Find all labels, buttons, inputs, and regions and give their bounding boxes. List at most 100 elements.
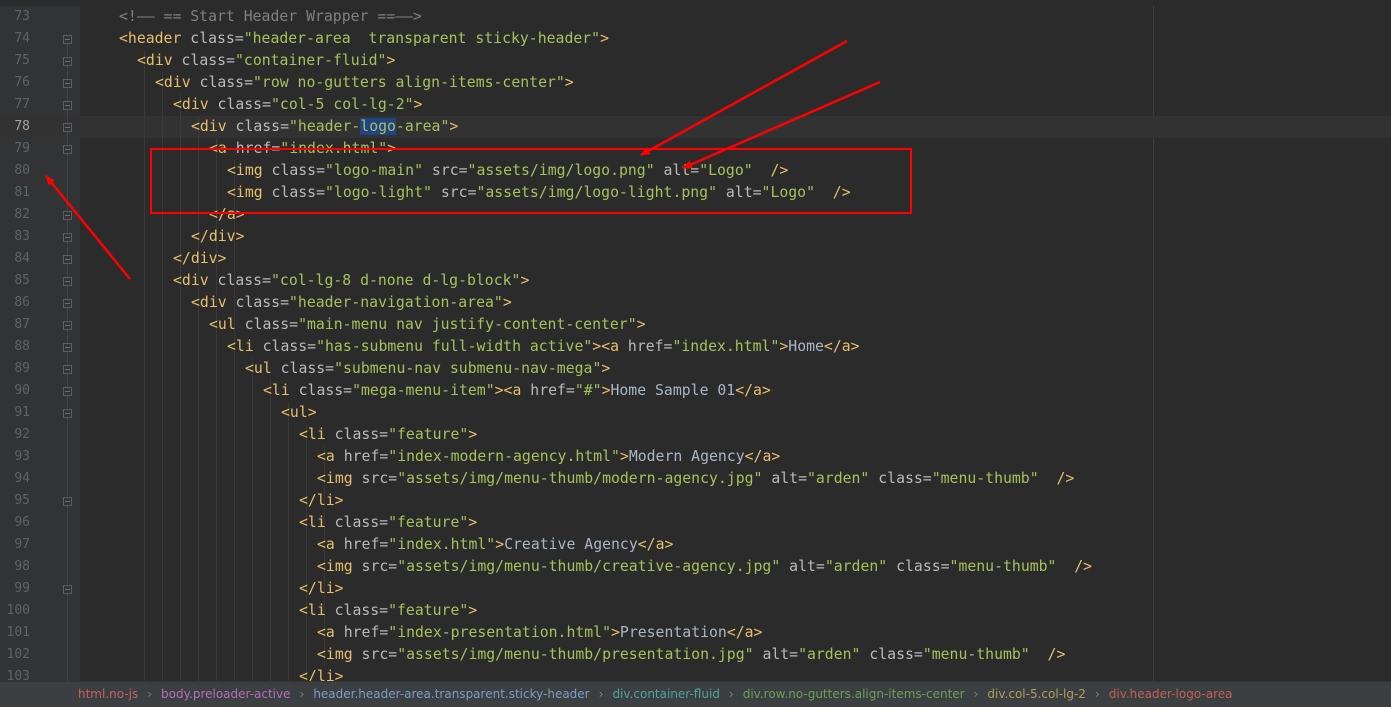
code-token-val: "index-presentation.html" bbox=[388, 624, 611, 641]
line-number: 76 bbox=[14, 75, 30, 90]
code-line[interactable]: <li class="has-submenu full-width active… bbox=[227, 336, 860, 358]
line-number: 83 bbox=[14, 229, 30, 244]
code-line[interactable]: <ul> bbox=[281, 402, 317, 424]
code-token-tag: > bbox=[611, 624, 620, 641]
fold-toggle-icon[interactable] bbox=[63, 35, 72, 44]
code-token-attr: alt= bbox=[771, 470, 807, 487]
code-line[interactable]: </a> bbox=[209, 204, 245, 226]
fold-toggle-icon[interactable] bbox=[63, 123, 72, 132]
code-token-tag: <div bbox=[155, 74, 200, 91]
code-token-tag: > bbox=[387, 140, 397, 157]
fold-toggle-icon[interactable] bbox=[63, 101, 72, 110]
code-line[interactable]: <ul class="main-menu nav justify-content… bbox=[209, 314, 646, 336]
code-line[interactable]: <img src="assets/img/menu-thumb/modern-a… bbox=[317, 468, 1074, 490]
code-token-tag: <li bbox=[299, 426, 335, 443]
code-line[interactable]: </li> bbox=[299, 578, 344, 600]
code-line[interactable]: <header class="header-area transparent s… bbox=[119, 28, 609, 50]
code-token-tag: > bbox=[520, 272, 530, 289]
code-line[interactable]: <a href="index.html"> bbox=[209, 138, 396, 160]
line-number: 99 bbox=[14, 581, 30, 596]
breadcrumb-item[interactable]: div.container-fluid bbox=[612, 682, 719, 706]
breadcrumb-item[interactable]: header.header-area.transparent.sticky-he… bbox=[313, 682, 589, 706]
breadcrumb-item[interactable]: body.preloader-active bbox=[161, 682, 290, 706]
code-token-attr: src= bbox=[431, 162, 468, 179]
code-line[interactable]: <ul class="submenu-nav submenu-nav-mega"… bbox=[245, 358, 610, 380]
code-token-val: "col-5 col-lg-2" bbox=[271, 96, 414, 113]
fold-toggle-icon[interactable] bbox=[63, 409, 72, 418]
code-line[interactable]: <a href="index.html">Creative Agency</a> bbox=[317, 534, 673, 556]
code-token-attr: alt= bbox=[725, 184, 762, 201]
code-line[interactable]: <li class="feature"> bbox=[299, 512, 477, 534]
code-token-attr: class= bbox=[199, 74, 253, 91]
fold-toggle-icon[interactable] bbox=[63, 145, 72, 154]
fold-toggle-icon[interactable] bbox=[63, 299, 72, 308]
fold-toggle-icon[interactable] bbox=[63, 233, 72, 242]
code-line[interactable]: <img class="logo-main" src="assets/img/l… bbox=[227, 160, 788, 182]
code-token-attr: class= bbox=[869, 646, 923, 663]
code-line[interactable]: <div class="col-5 col-lg-2"> bbox=[173, 94, 422, 116]
code-token-tag: <div bbox=[173, 272, 218, 289]
code-line[interactable]: <img src="assets/img/menu-thumb/creative… bbox=[317, 556, 1092, 578]
code-line[interactable]: <div class="header-logo-area"> bbox=[191, 116, 458, 138]
code-line[interactable]: <img src="assets/img/menu-thumb/presenta… bbox=[317, 644, 1065, 666]
code-token-attr: class= bbox=[217, 96, 271, 113]
indent-guide bbox=[306, 424, 307, 681]
code-area[interactable]: <!—— == Start Header Wrapper ==——> <heade… bbox=[80, 6, 1391, 681]
breadcrumb-item[interactable]: div.col-5.col-lg-2 bbox=[987, 682, 1086, 706]
fold-toggle-icon[interactable] bbox=[63, 255, 72, 264]
fold-toggle-icon[interactable] bbox=[63, 343, 72, 352]
code-line[interactable]: </li> bbox=[299, 666, 344, 681]
breadcrumb-item[interactable]: html.no-js bbox=[78, 682, 138, 706]
fold-toggle-icon[interactable] bbox=[63, 57, 72, 66]
fold-toggle-icon[interactable] bbox=[63, 79, 72, 88]
breadcrumb-item[interactable]: div.header-logo-area bbox=[1109, 682, 1233, 706]
fold-toggle-icon[interactable] bbox=[63, 365, 72, 374]
code-line[interactable]: <div class="container-fluid"> bbox=[137, 50, 395, 72]
fold-toggle-icon[interactable] bbox=[63, 277, 72, 286]
code-line[interactable]: <li class="feature"> bbox=[299, 600, 477, 622]
code-line[interactable]: <!—— == Start Header Wrapper ==——> bbox=[119, 6, 422, 28]
code-line[interactable]: </li> bbox=[299, 490, 344, 512]
code-token-txt: Presentation bbox=[619, 624, 727, 641]
code-token-attr: class= bbox=[271, 184, 325, 201]
code-line[interactable]: <a href="index-presentation.html">Presen… bbox=[317, 622, 762, 644]
breadcrumb-separator-icon: › bbox=[598, 687, 604, 701]
code-token-tag: > bbox=[564, 74, 574, 91]
breadcrumb-item[interactable]: div.row.no-gutters.align-items-center bbox=[743, 682, 965, 706]
line-number: 81 bbox=[14, 185, 30, 200]
code-token-tag: ><a bbox=[494, 382, 531, 399]
line-number-gutter[interactable]: 73 74 75 76 77 78 79 80 81 82 83 84 85 86 87 88 89 90 91 92… bbox=[0, 6, 80, 681]
code-token-val: "menu-thumb" bbox=[922, 646, 1039, 663]
code-token-cmt: <!—— == Start Header Wrapper ==——> bbox=[119, 8, 422, 25]
line-number: 75 bbox=[14, 53, 30, 68]
code-token-tag: ><a bbox=[592, 338, 628, 355]
code-token-tag: </a> bbox=[744, 448, 781, 465]
fold-toggle-icon[interactable] bbox=[63, 321, 72, 330]
code-line[interactable]: </div> bbox=[191, 226, 244, 248]
code-line[interactable]: <img class="logo-light" src="assets/img/… bbox=[227, 182, 851, 204]
code-token-hl: logo bbox=[360, 118, 396, 135]
fold-toggle-icon[interactable] bbox=[63, 211, 72, 220]
code-token-attr: src= bbox=[361, 646, 398, 663]
code-line[interactable]: <li class="feature"> bbox=[299, 424, 477, 446]
code-line[interactable]: <div class="row no-gutters align-items-c… bbox=[155, 72, 574, 94]
code-token-tag: <div bbox=[173, 96, 218, 113]
code-token-val: "Logo" bbox=[761, 184, 824, 201]
code-token-attr: class= bbox=[244, 316, 299, 333]
code-line[interactable]: </div> bbox=[173, 248, 226, 270]
code-token-tag: <li bbox=[299, 602, 335, 619]
code-line[interactable]: <li class="mega-menu-item"><a href="#">H… bbox=[263, 380, 771, 402]
line-number: 74 bbox=[14, 31, 30, 46]
line-number: 103 bbox=[6, 669, 30, 681]
code-token-val: "arden" bbox=[806, 470, 879, 487]
fold-toggle-icon[interactable] bbox=[63, 497, 72, 506]
code-token-tag: <img bbox=[227, 162, 272, 179]
fold-toggle-icon[interactable] bbox=[63, 387, 72, 396]
fold-toggle-icon[interactable] bbox=[63, 585, 72, 594]
code-line[interactable]: <a href="index-modern-agency.html">Moder… bbox=[317, 446, 780, 468]
code-token-attr: class= bbox=[878, 470, 932, 487]
code-token-val: -area" bbox=[395, 118, 450, 135]
code-line[interactable]: <div class="header-navigation-area"> bbox=[191, 292, 512, 314]
code-line[interactable]: <div class="col-lg-8 d-none d-lg-block"> bbox=[173, 270, 529, 292]
code-editor[interactable]: 73 74 75 76 77 78 79 80 81 82 83 84 85 86 87 88 89 90 91 92… bbox=[0, 6, 1391, 681]
